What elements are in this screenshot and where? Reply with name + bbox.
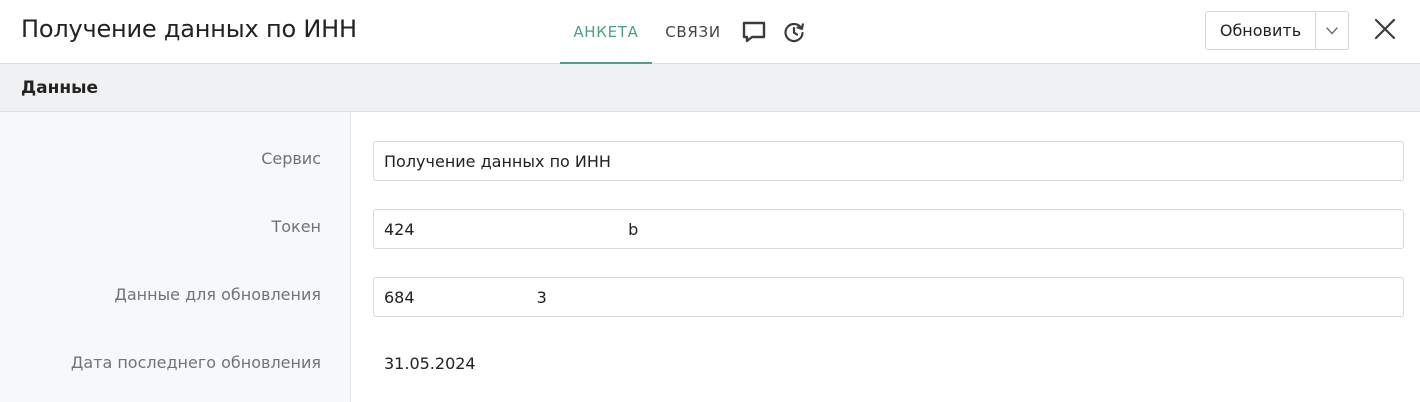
- history-icon: [782, 20, 806, 44]
- token-label: Токен: [271, 217, 321, 236]
- label-column: Сервис Токен Данные для обновления Дата …: [0, 112, 351, 402]
- last-update-value: 31.05.2024: [384, 354, 476, 373]
- update-data-label: Данные для обновления: [114, 285, 321, 304]
- update-data-field[interactable]: 684 3: [373, 277, 1404, 317]
- top-bar: Получение данных по ИНН АНКЕТА СВЯЗИ Обн…: [0, 0, 1420, 65]
- tab-bar: АНКЕТА СВЯЗИ: [560, 0, 814, 65]
- update-dropdown-button[interactable]: [1316, 12, 1348, 49]
- section-header: Данные: [0, 64, 1420, 112]
- page-title: Получение данных по ИНН: [21, 15, 357, 43]
- section-title: Данные: [21, 78, 99, 98]
- update-button-group: Обновить: [1205, 11, 1349, 50]
- update-button[interactable]: Обновить: [1206, 12, 1316, 49]
- last-update-label: Дата последнего обновления: [70, 353, 321, 372]
- form-body: Сервис Токен Данные для обновления Дата …: [0, 112, 1420, 402]
- tab-anketa[interactable]: АНКЕТА: [560, 0, 652, 65]
- comments-tab[interactable]: [734, 0, 774, 64]
- chevron-down-icon: [1325, 21, 1339, 40]
- comment-icon: [741, 20, 767, 44]
- token-field[interactable]: 424 b: [373, 209, 1404, 249]
- tab-links[interactable]: СВЯЗИ: [652, 0, 734, 64]
- history-tab[interactable]: [774, 0, 814, 64]
- service-label: Сервис: [261, 149, 321, 168]
- service-field[interactable]: Получение данных по ИНН: [373, 141, 1404, 181]
- close-button[interactable]: [1371, 17, 1399, 45]
- close-icon: [1374, 18, 1396, 44]
